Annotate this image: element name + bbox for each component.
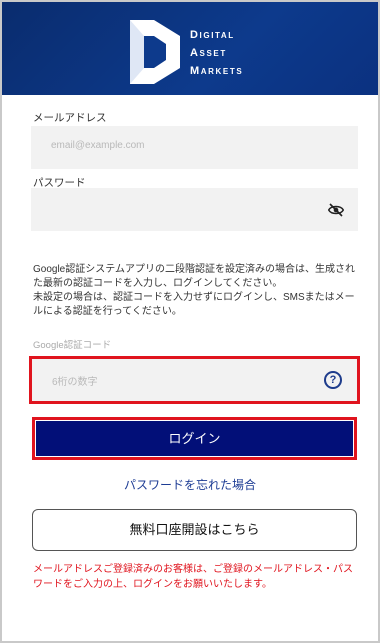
google-code-label: Google認証コード [33,340,112,351]
email-label: メールアドレス [33,112,107,124]
info-line-1: Google認証システムアプリの二段階認証を設定済みの場合は、生成された最新の認… [33,264,355,289]
password-field[interactable] [31,188,358,231]
brand-logo: Digital Asset Markets [124,16,274,86]
login-button[interactable]: ログイン [36,421,353,456]
brand-line-1: Digital [190,29,235,41]
login-page: Digital Asset Markets メールアドレス email@exam… [0,0,380,643]
brand-line-2: Asset [190,47,227,59]
registered-user-notice: メールアドレスご登録済みのお客様は、ご登録のメールアドレス・パスワードをご入力の… [33,564,353,590]
brand-wordmark: Digital Asset Markets [190,26,243,80]
help-icon[interactable]: ? [324,371,342,389]
two-factor-info: Google認証システムアプリの二段階認証を設定済みの場合は、生成された最新の認… [33,263,358,319]
header-banner: Digital Asset Markets [2,2,378,95]
brand-line-3: Markets [190,65,244,77]
eye-slash-icon[interactable] [328,203,344,217]
open-account-button[interactable]: 無料口座開設はこちら [32,509,357,551]
forgot-password-link[interactable]: パスワードを忘れた場合 [2,476,378,493]
email-field[interactable]: email@example.com [31,126,358,169]
google-code-field[interactable]: 6桁の数字 ? [32,359,357,401]
google-code-placeholder: 6桁の数字 [52,377,98,388]
logo-mark-icon [130,20,180,84]
info-line-2: 未設定の場合は、認証コードを入力せずにログインし、SMSまたはメールによる認証を… [33,292,355,317]
email-placeholder: email@example.com [51,140,145,151]
